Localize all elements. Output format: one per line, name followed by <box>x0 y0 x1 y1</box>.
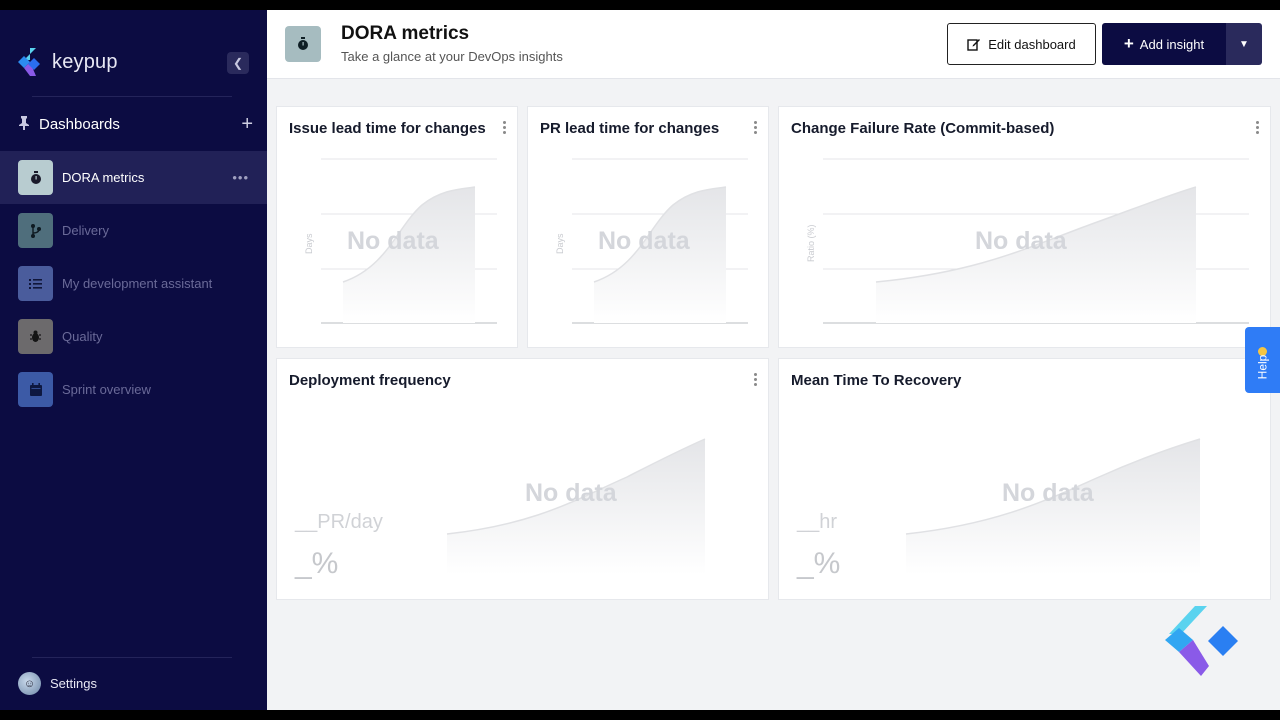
metric-change: _% <box>797 547 841 580</box>
sidebar-item-label: Delivery <box>62 223 109 238</box>
card-menu-icon[interactable] <box>752 121 758 136</box>
dashboard-nav: DORA metrics ••• Delivery My development… <box>0 151 267 416</box>
add-insight-label: Add insight <box>1139 36 1205 52</box>
y-axis-label: Days <box>304 233 314 254</box>
chevron-left-icon: ❮ <box>232 56 244 70</box>
calendar-icon <box>18 372 53 407</box>
metric-change: _% <box>295 547 339 580</box>
metric-number: __ <box>797 511 820 533</box>
insight-card-pr-lead-time: Days PR lead time for changes No data <box>527 106 769 348</box>
help-label: Help <box>1255 354 1270 379</box>
sidebar-divider <box>32 657 232 658</box>
card-title: PR lead time for changes <box>540 120 720 137</box>
dashboards-section-header: Dashboards + <box>18 114 253 134</box>
y-axis-label: Ratio (%) <box>806 224 816 262</box>
help-button[interactable]: Help <box>1245 327 1280 393</box>
card-title: Deployment frequency <box>289 372 451 389</box>
sidebar-item-delivery[interactable]: Delivery <box>0 204 267 257</box>
stopwatch-icon <box>285 26 321 62</box>
sidebar-item-dora-metrics[interactable]: DORA metrics ••• <box>0 151 267 204</box>
sidebar-item-label: DORA metrics <box>62 170 145 185</box>
page-header: DORA metrics Take a glance at your DevOp… <box>267 10 1280 79</box>
page-title: DORA metrics <box>341 23 470 44</box>
card-menu-icon[interactable] <box>501 121 507 136</box>
card-title: Mean Time To Recovery <box>791 372 962 389</box>
sidebar-divider <box>32 96 232 97</box>
no-data-label: No data <box>525 479 617 507</box>
metric-number: __ <box>295 511 318 533</box>
add-insight-dropdown-button[interactable]: ▼ <box>1226 23 1262 65</box>
avatar: ☺ <box>18 672 41 695</box>
card-menu-icon[interactable] <box>752 373 758 388</box>
card-title: Change Failure Rate (Commit-based) <box>791 120 1055 137</box>
keypup-logo-icon <box>18 48 40 76</box>
add-dashboard-button[interactable]: + <box>241 114 253 134</box>
insight-card-issue-lead-time: Days Issue lead time for changes No data <box>276 106 518 348</box>
pin-icon <box>18 115 32 133</box>
metric-value: __hr <box>797 511 837 534</box>
git-branch-icon <box>18 213 53 248</box>
brand-name: keypup <box>52 50 118 73</box>
sidebar-item-label: Sprint overview <box>62 382 151 397</box>
caret-down-icon: ▼ <box>1239 38 1249 50</box>
sidebar-item-my-development-assistant[interactable]: My development assistant <box>0 257 267 310</box>
app-window: keypup ❮ Dashboards + DORA metrics ••• D… <box>0 10 1280 710</box>
card-menu-icon[interactable] <box>1254 121 1260 136</box>
insight-card-change-failure-rate: Ratio (%) Change Failure Rate (Commit-ba… <box>778 106 1271 348</box>
edit-dashboard-button[interactable]: Edit dashboard <box>947 23 1096 65</box>
add-insight-button[interactable]: + Add insight <box>1102 23 1226 65</box>
placeholder-chart <box>446 438 706 575</box>
more-options-icon[interactable]: ••• <box>232 170 249 185</box>
no-data-label: No data <box>1002 479 1094 507</box>
bug-icon <box>18 319 53 354</box>
plus-icon: + <box>1123 34 1134 53</box>
collapse-sidebar-button[interactable]: ❮ <box>227 52 249 74</box>
settings-link[interactable]: ☺ Settings <box>18 672 97 695</box>
sidebar: keypup ❮ Dashboards + DORA metrics ••• D… <box>0 10 267 710</box>
no-data-label: No data <box>975 227 1067 255</box>
page-subtitle: Take a glance at your DevOps insights <box>341 49 563 64</box>
insight-card-deployment-frequency: Deployment frequency No data __PR/day _% <box>276 358 769 600</box>
no-data-label: No data <box>347 227 439 255</box>
insight-card-mean-time-to-recovery: Mean Time To Recovery No data __hr _% <box>778 358 1271 600</box>
dashboards-title: Dashboards <box>39 115 120 133</box>
y-axis-label: Days <box>555 233 565 254</box>
task-list-icon <box>18 266 53 301</box>
metric-unit: PR/day <box>317 511 383 533</box>
edit-icon <box>967 39 981 51</box>
settings-label: Settings <box>50 676 97 691</box>
sidebar-item-label: My development assistant <box>62 276 213 291</box>
stopwatch-icon <box>18 160 53 195</box>
sidebar-item-quality[interactable]: Quality <box>0 310 267 363</box>
sidebar-item-sprint-overview[interactable]: Sprint overview <box>0 363 267 416</box>
no-data-label: No data <box>598 227 690 255</box>
metric-unit: hr <box>819 511 838 533</box>
edit-dashboard-label: Edit dashboard <box>988 36 1076 52</box>
metric-value: __PR/day <box>295 511 383 534</box>
card-title: Issue lead time for changes <box>289 120 486 137</box>
brand-logo[interactable]: keypup <box>18 48 118 76</box>
sidebar-item-label: Quality <box>62 329 103 344</box>
keypup-watermark-logo <box>1165 606 1238 676</box>
